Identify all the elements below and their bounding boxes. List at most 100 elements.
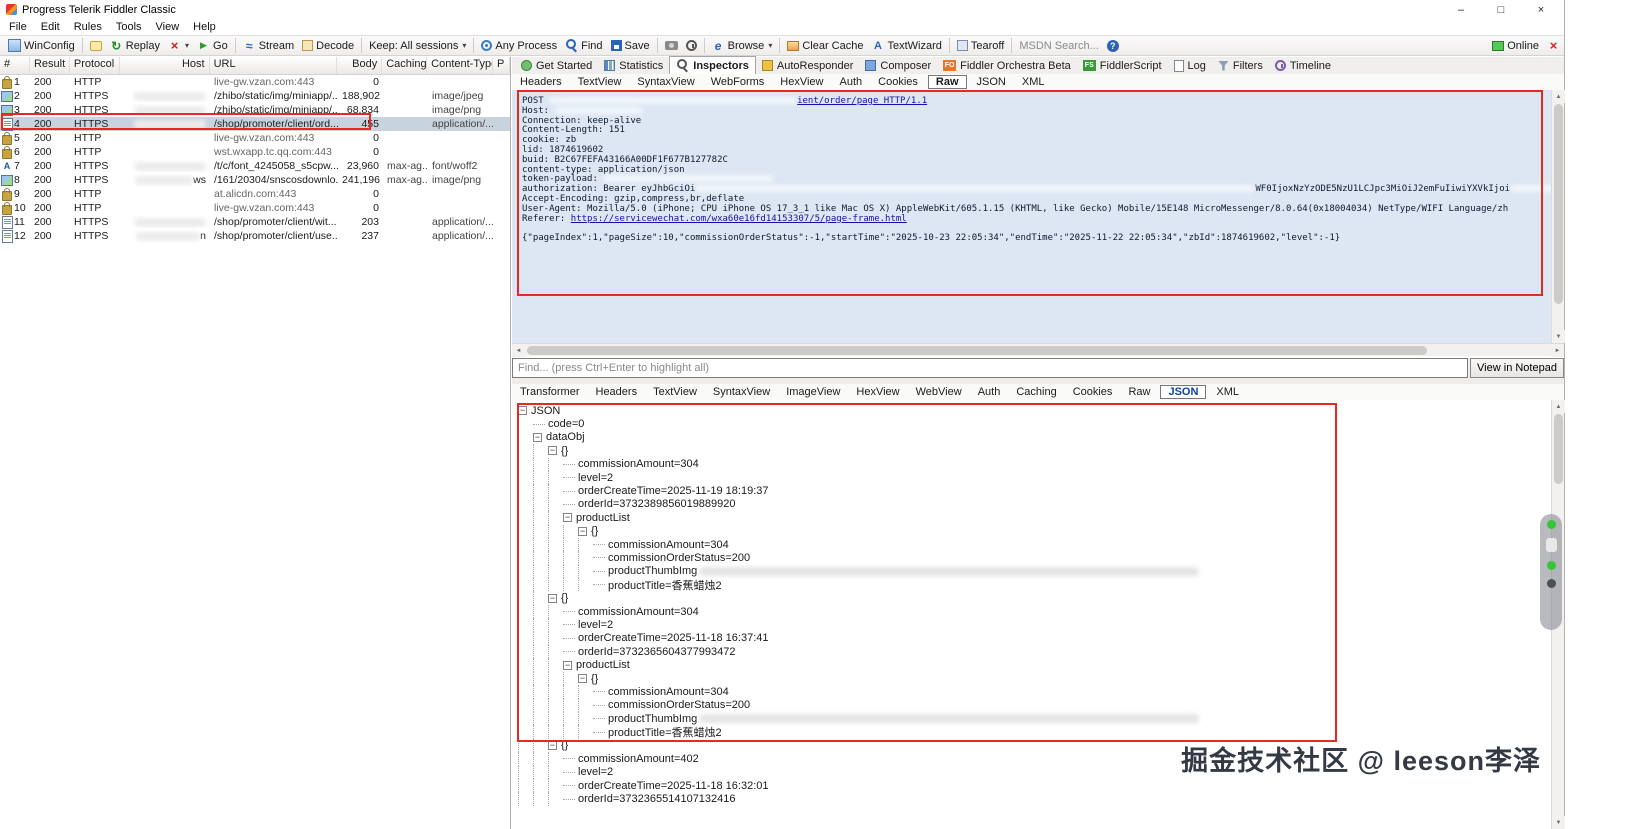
collapse-toggle-icon[interactable]: − xyxy=(578,526,587,536)
tearoff-button[interactable]: Tearoff xyxy=(953,39,1008,53)
json-tree-node[interactable]: orderId=3732365604377993472 xyxy=(512,645,1551,659)
column-header-protocol[interactable]: Protocol xyxy=(70,57,120,74)
raw-link[interactable]: https://servicewechat.com/wxa60e16fd1415… xyxy=(571,214,907,224)
collapse-toggle-icon[interactable]: − xyxy=(563,513,572,523)
scroll-left-icon[interactable]: ◄ xyxy=(512,344,525,357)
screenshot-button[interactable] xyxy=(661,40,682,51)
collapse-toggle-icon[interactable]: − xyxy=(578,674,587,683)
tab-log[interactable]: Log xyxy=(1168,57,1212,74)
toolbar-close-icon[interactable] xyxy=(1547,39,1560,52)
collapse-toggle-icon[interactable]: − xyxy=(548,593,557,603)
response-tab-imageview[interactable]: ImageView xyxy=(778,385,848,399)
response-tab-cookies[interactable]: Cookies xyxy=(1065,385,1121,399)
close-button[interactable]: × xyxy=(1522,1,1560,18)
decode-button[interactable]: Decode xyxy=(298,39,358,53)
json-tree-node[interactable]: commissionOrderStatus=200 xyxy=(512,551,1551,565)
textwizard-button[interactable]: TextWizard xyxy=(867,38,945,53)
raw-request-view[interactable]: POST ient/order/page HTTP/1.1 Host: Conne… xyxy=(512,90,1551,343)
scroll-down-icon[interactable]: ▼ xyxy=(1552,816,1565,829)
session-row[interactable]: 12 200 HTTPS n/shop/promoter/client/use... 2… xyxy=(0,229,510,243)
browse-button[interactable]: Browse▾ xyxy=(708,38,777,53)
timer-button[interactable] xyxy=(682,39,701,52)
replay-button[interactable]: Replay xyxy=(106,38,164,53)
json-tree-node[interactable]: −{} xyxy=(512,591,1551,605)
session-row[interactable]: 3 200 HTTPS/zhibo/static/img/miniapp/... 68… xyxy=(0,103,510,117)
response-tab-headers[interactable]: Headers xyxy=(588,385,646,399)
msdn-search-button[interactable]: MSDN Search... xyxy=(1015,39,1102,53)
tab-autoresponder[interactable]: AutoResponder xyxy=(756,57,859,74)
scrollbar-thumb[interactable] xyxy=(1554,104,1563,304)
json-tree-node[interactable]: − productList xyxy=(512,658,1551,672)
collapse-toggle-icon[interactable]: − xyxy=(518,406,527,416)
request-tab-raw[interactable]: Raw xyxy=(927,75,967,89)
json-tree-node[interactable]: level=2 xyxy=(512,618,1551,632)
json-tree-node[interactable]: orderCreateTime=2025-11-19 18:19:37 xyxy=(512,484,1551,498)
json-tree-node[interactable]: −{} xyxy=(512,444,1551,458)
json-tree-node[interactable]: −{} xyxy=(512,524,1551,538)
scroll-up-icon[interactable]: ▲ xyxy=(1552,400,1565,413)
column-header-url[interactable]: URL xyxy=(210,57,338,74)
column-header-host[interactable]: Host xyxy=(120,57,210,74)
session-row[interactable]: 4 200 HTTPS/shop/promoter/client/ord... 455… xyxy=(0,117,510,131)
collapse-toggle-icon[interactable]: − xyxy=(548,740,557,750)
json-tree-node[interactable]: productTitle=香蕉蜡烛2 xyxy=(512,725,1551,739)
response-tab-auth[interactable]: Auth xyxy=(970,385,1009,399)
request-tab-json[interactable]: JSON xyxy=(969,75,1014,89)
json-tree-node[interactable]: − JSON xyxy=(512,404,1551,417)
stream-button[interactable]: Stream xyxy=(239,38,298,53)
json-tree-node[interactable]: code=0 xyxy=(512,417,1551,431)
find-button[interactable]: Find xyxy=(561,38,606,53)
request-tab-auth[interactable]: Auth xyxy=(832,75,871,89)
json-tree-node[interactable]: orderCreateTime=2025-11-18 16:37:41 xyxy=(512,631,1551,646)
response-tab-raw[interactable]: Raw xyxy=(1120,385,1158,399)
scrollbar-thumb[interactable] xyxy=(1554,414,1563,484)
help-button[interactable] xyxy=(1103,39,1123,53)
scroll-up-icon[interactable]: ▲ xyxy=(1552,90,1565,103)
request-tab-xml[interactable]: XML xyxy=(1014,75,1053,89)
json-tree-node[interactable]: −{} xyxy=(512,671,1551,686)
json-tree-node[interactable]: − dataObj xyxy=(512,430,1551,445)
json-tree-node[interactable]: productTitle=香蕉蜡烛2 xyxy=(512,578,1551,592)
json-tree-node[interactable]: level=2 xyxy=(512,470,1551,485)
tab-composer[interactable]: Composer xyxy=(859,57,937,74)
response-tab-webview[interactable]: WebView xyxy=(908,385,970,399)
menu-item-file[interactable]: File xyxy=(2,20,34,34)
tab-filters[interactable]: Filters xyxy=(1212,57,1269,74)
comment-button[interactable] xyxy=(86,40,106,52)
tab-get-started[interactable]: Get Started xyxy=(515,57,598,74)
json-tree-node[interactable]: commissionOrderStatus=200 xyxy=(512,698,1551,712)
remove-button[interactable]: ▾ xyxy=(164,38,193,53)
menu-item-edit[interactable]: Edit xyxy=(34,20,67,34)
json-tree-node[interactable]: commissionAmount=304 xyxy=(512,537,1551,552)
find-input[interactable] xyxy=(512,358,1468,378)
tab-timeline[interactable]: Timeline xyxy=(1269,57,1337,74)
response-tab-syntaxview[interactable]: SyntaxView xyxy=(705,385,778,399)
column-header-body[interactable]: Body xyxy=(337,57,383,74)
json-tree-node[interactable]: orderId=3732389856019889920 xyxy=(512,497,1551,512)
menu-item-tools[interactable]: Tools xyxy=(109,20,149,34)
floating-widget[interactable] xyxy=(1540,514,1562,630)
winconfig-button[interactable]: WinConfig xyxy=(4,38,79,53)
session-row[interactable]: 2 200 HTTPS/zhibo/static/img/miniapp/... 18… xyxy=(0,89,510,103)
json-tree-node[interactable]: − productList xyxy=(512,511,1551,525)
column-header-contenttype[interactable]: Content-Type xyxy=(427,57,494,74)
keep-sessions-dropdown[interactable]: Keep: All sessions ▾ xyxy=(365,39,470,53)
menu-item-view[interactable]: View xyxy=(149,20,187,34)
session-row[interactable]: 6 200 HTTP wst.wxapp.tc.qq.com:443 0 xyxy=(0,145,510,159)
session-row[interactable]: 5 200 HTTP live-gw.vzan.com:443 0 xyxy=(0,131,510,145)
session-row[interactable]: 7 200 HTTPS/t/c/font_4245058_s5cpw... 23,96… xyxy=(0,159,510,173)
collapse-toggle-icon[interactable]: − xyxy=(533,432,542,442)
json-tree-node[interactable]: orderId=3732365514107132416 xyxy=(512,792,1551,806)
request-tab-hexview[interactable]: HexView xyxy=(772,75,831,89)
save-button[interactable]: Save xyxy=(607,39,654,53)
tab-statistics[interactable]: Statistics xyxy=(598,57,669,74)
raw-link[interactable]: ient/order/page HTTP/1.1 xyxy=(797,96,927,106)
response-tab-textview[interactable]: TextView xyxy=(645,385,705,399)
menu-item-help[interactable]: Help xyxy=(186,20,223,34)
collapse-toggle-icon[interactable]: − xyxy=(548,446,557,456)
session-row[interactable]: 10 200 HTTP live-gw.vzan.com:443 0 xyxy=(0,201,510,215)
collapse-toggle-icon[interactable]: − xyxy=(563,660,572,670)
json-tree-node[interactable]: commissionAmount=304 xyxy=(512,685,1551,699)
json-tree-node[interactable]: commissionAmount=304 xyxy=(512,604,1551,619)
scrollbar-thumb[interactable] xyxy=(527,346,1427,355)
